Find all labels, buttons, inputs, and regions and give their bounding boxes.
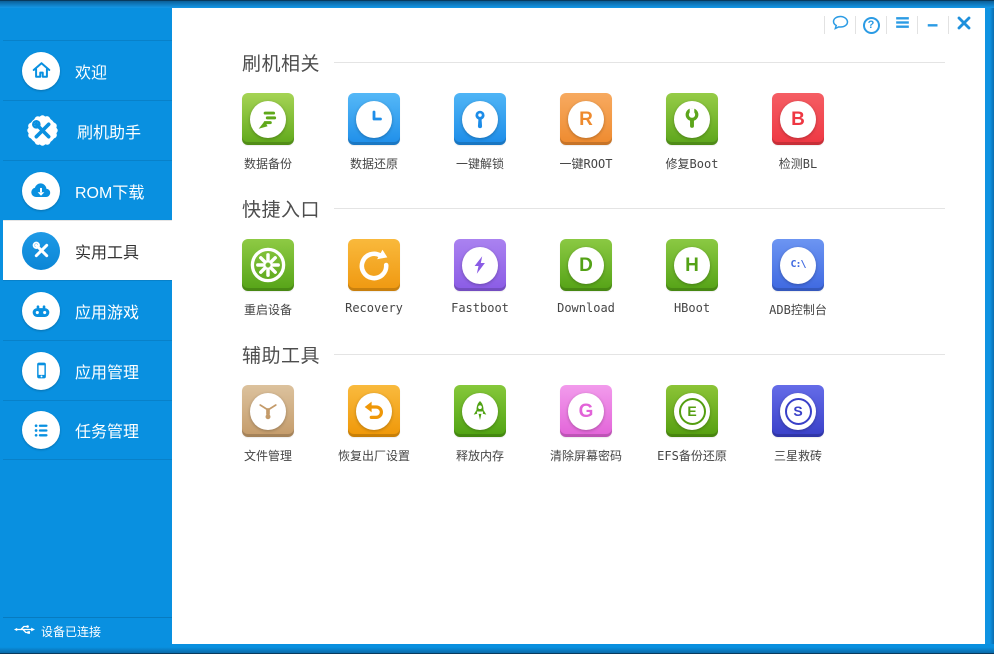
- minimize-button[interactable]: [918, 9, 948, 41]
- undo-arrow-icon: [361, 398, 387, 424]
- sidebar-item-label: 应用游戏: [75, 299, 139, 323]
- tool-check-bl[interactable]: B 检测BL: [772, 93, 824, 172]
- tool-fastboot[interactable]: Fastboot: [454, 239, 506, 318]
- wrench-icon: [679, 106, 705, 132]
- tool-efs-backup-restore[interactable]: E EFS备份还原: [666, 385, 718, 464]
- tool-reboot-device[interactable]: 重启设备: [242, 239, 294, 318]
- sidebar-item-apps-games[interactable]: 应用游戏: [3, 280, 172, 340]
- sidebar-item-label: 刷机助手: [77, 119, 141, 143]
- device-status: 设备已连接: [3, 617, 172, 644]
- window-controls: ?: [824, 9, 979, 41]
- sidebar-item-label: 欢迎: [75, 59, 107, 83]
- main-content: ?: [172, 8, 985, 644]
- clock-icon: [361, 106, 387, 132]
- sidebar-nav: 欢迎: [3, 40, 172, 460]
- tools-icon: [22, 232, 60, 270]
- tool-factory-reset[interactable]: 恢复出厂设置: [348, 385, 400, 464]
- sidebar-item-utilities[interactable]: 实用工具: [3, 220, 172, 280]
- key-icon: [467, 106, 493, 132]
- menu-button[interactable]: [887, 9, 917, 41]
- section-title: 辅助工具: [242, 341, 320, 368]
- sidebar-item-label: 实用工具: [75, 239, 139, 263]
- section-rule: [334, 354, 945, 355]
- restart-burst-icon: [250, 247, 286, 283]
- section-quick-entry: 快捷入口: [242, 198, 945, 318]
- home-icon: [22, 52, 60, 90]
- sidebar-item-welcome[interactable]: 欢迎: [3, 40, 172, 100]
- letter-d-icon: D: [579, 256, 593, 275]
- sidebar-item-rom-download[interactable]: ROM下载: [3, 160, 172, 220]
- tool-clear-screen-password[interactable]: G 清除屏幕密码: [560, 385, 612, 464]
- tool-free-memory[interactable]: 释放内存: [454, 385, 506, 464]
- question-mark-icon: ?: [863, 17, 880, 34]
- sidebar-item-label: ROM下载: [75, 179, 144, 203]
- tool-file-manager[interactable]: 文件管理: [242, 385, 294, 464]
- tool-label: 检测BL: [723, 155, 873, 172]
- efs-ring-icon: E: [679, 398, 706, 425]
- section-title: 快捷入口: [242, 195, 320, 222]
- tool-data-restore[interactable]: 数据还原: [348, 93, 400, 172]
- flash-assistant-icon: [22, 111, 62, 151]
- tools-page: 刷机相关: [172, 8, 985, 464]
- section-title: 刷机相关: [242, 49, 320, 76]
- tool-hboot[interactable]: H HBoot: [666, 239, 718, 318]
- samsung-s-icon: S: [785, 398, 812, 425]
- feedback-button[interactable]: [825, 9, 855, 41]
- tool-label: ADB控制台: [723, 301, 873, 318]
- titlebar[interactable]: [0, 0, 994, 8]
- tool-fix-boot[interactable]: 修复Boot: [666, 93, 718, 172]
- command-prompt-icon: C:\: [790, 260, 805, 270]
- tool-adb-console[interactable]: C:\ ADB控制台: [772, 239, 824, 318]
- rocket-icon: [467, 398, 493, 424]
- tool-download-mode[interactable]: D Download: [560, 239, 612, 318]
- close-icon: [954, 13, 974, 38]
- section-auxiliary-tools: 辅助工具: [242, 344, 945, 464]
- recovery-arrow-icon: [357, 248, 391, 282]
- letter-h-icon: H: [685, 256, 699, 275]
- chat-bubble-icon: [831, 13, 850, 37]
- sidebar-item-task-management[interactable]: 任务管理: [3, 400, 172, 460]
- section-flash-related: 刷机相关: [242, 52, 945, 172]
- device-status-label: 设备已连接: [41, 623, 101, 640]
- usb-icon: [14, 623, 35, 639]
- letter-g-icon: G: [579, 402, 594, 421]
- cloud-download-icon: [22, 172, 60, 210]
- help-button[interactable]: ?: [856, 9, 886, 41]
- window-edge-bottom: [0, 644, 994, 654]
- tool-label: 三星救砖: [723, 447, 873, 464]
- close-button[interactable]: [949, 9, 979, 41]
- app-window: 欢迎: [0, 0, 994, 654]
- tool-one-key-root[interactable]: R 一键ROOT: [560, 93, 612, 172]
- section-rule: [334, 208, 945, 209]
- tool-data-backup[interactable]: 数据备份: [242, 93, 294, 172]
- sidebar-item-app-management[interactable]: 应用管理: [3, 340, 172, 400]
- lightning-icon: [468, 253, 492, 277]
- hamburger-menu-icon: [893, 13, 912, 37]
- sidebar-item-label: 应用管理: [75, 359, 139, 383]
- file-manager-icon: [255, 398, 281, 424]
- section-rule: [334, 62, 945, 63]
- phone-icon: [22, 352, 60, 390]
- sidebar-item-flash-assistant[interactable]: 刷机助手: [3, 100, 172, 160]
- backup-lines-icon: [255, 106, 281, 132]
- letter-b-icon: B: [791, 110, 805, 129]
- tool-samsung-unbrick[interactable]: S 三星救砖: [772, 385, 824, 464]
- gamepad-icon: [22, 292, 60, 330]
- minimize-icon: [924, 14, 942, 37]
- sidebar-item-label: 任务管理: [75, 418, 139, 442]
- window-edge-right: [985, 8, 994, 644]
- tool-recovery[interactable]: Recovery: [348, 239, 400, 318]
- letter-r-icon: R: [579, 110, 593, 129]
- tool-one-key-unlock[interactable]: 一键解锁: [454, 93, 506, 172]
- task-list-icon: [22, 411, 60, 449]
- sidebar: 欢迎: [3, 8, 172, 644]
